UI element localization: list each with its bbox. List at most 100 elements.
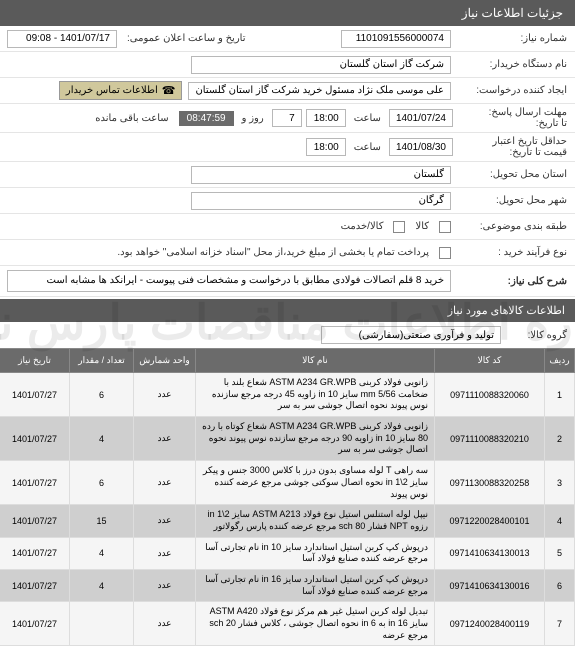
payment-checkbox[interactable] [440, 247, 452, 259]
remaining-label: ساعت باقی مانده [96, 113, 175, 124]
cell-qty: 4 [71, 569, 135, 601]
cell-code: 0971110088320210 [436, 417, 546, 461]
row-city: شهر محل تحویل: گرگان [0, 188, 576, 214]
cell-code: 0971240028400119 [436, 602, 546, 646]
cell-code: 0971410634130013 [436, 537, 546, 569]
row-group: گروه کالا: تولید و فرآوری صنعتی(سفارشی) [0, 322, 576, 348]
cell-unit: عدد [135, 537, 197, 569]
cell-name: درپوش کپ کربن استیل استاندارد سایز in 16… [197, 569, 436, 601]
cell-unit: عدد [135, 569, 197, 601]
cell-idx: 3 [546, 461, 576, 505]
cell-code: 0971220028400101 [436, 505, 546, 537]
requester-label: ایجاد کننده درخواست: [458, 85, 568, 96]
row-requester: ایجاد کننده درخواست: علی موسی ملک نژاد م… [0, 78, 576, 104]
table-row: 70971240028400119تبدیل لوله کربن استیل غ… [1, 602, 576, 646]
cell-idx: 2 [546, 417, 576, 461]
cell-qty: 4 [71, 417, 135, 461]
cell-code: 0971130088320258 [436, 461, 546, 505]
cell-name: زانویی فولاد کربنی ASTM A234 GR.WPB شعاع… [197, 417, 436, 461]
province-label: استان محل تحویل: [458, 169, 568, 180]
time-label-1: ساعت [351, 113, 386, 124]
th-qty: تعداد / مقدار [71, 349, 135, 373]
row-need-number: شماره نیاز: 1101091556000074 تاریخ و ساع… [0, 26, 576, 52]
cell-date: 1401/07/27 [1, 373, 71, 417]
deadline-time: 18:00 [307, 109, 347, 127]
row-category: طبقه بندی موضوعی: کالا کالا/خدمت [0, 214, 576, 240]
cell-date: 1401/07/27 [1, 505, 71, 537]
countdown-value: 08:47:59 [180, 111, 235, 126]
th-date: تاریخ نیاز [1, 349, 71, 373]
table-row: 30971130088320258سه راهی T لوله مساوی بد… [1, 461, 576, 505]
cell-qty: 15 [71, 505, 135, 537]
buyer-org-value: شرکت گاز استان گلستان [192, 56, 452, 74]
cell-qty: 6 [71, 461, 135, 505]
payment-note: پرداخت تمام یا بخشی از مبلغ خرید،از محل … [118, 247, 434, 258]
announce-value: 1401/07/17 - 09:08 [8, 30, 118, 48]
cell-name: تبدیل لوله کربن استیل غیر هم مرکز نوع فو… [197, 602, 436, 646]
cell-unit: عدد [135, 461, 197, 505]
cell-unit: عدد [135, 505, 197, 537]
cell-idx: 1 [546, 373, 576, 417]
group-label: گروه کالا: [508, 330, 568, 341]
group-value: تولید و فرآوری صنعتی(سفارشی) [322, 326, 502, 344]
row-deadline: مهلت ارسال پاسخ: تا تاریخ: 1401/07/24 سا… [0, 104, 576, 133]
cell-idx: 4 [546, 505, 576, 537]
category-label: طبقه بندی موضوعی: [458, 221, 568, 232]
cell-qty: 6 [71, 373, 135, 417]
requester-value: علی موسی ملک نژاد مسئول خرید شرکت گاز اس… [189, 82, 452, 100]
cell-unit: عدد [135, 373, 197, 417]
buyer-org-label: نام دستگاه خریدار: [458, 59, 568, 70]
th-unit: واحد شمارش [135, 349, 197, 373]
table-row: 50971410634130013درپوش کپ کربن استیل است… [1, 537, 576, 569]
goods-checkbox[interactable] [440, 221, 452, 233]
service-checkbox[interactable] [394, 221, 406, 233]
deadline-label-1: مهلت ارسال پاسخ: [490, 107, 568, 118]
goods-label: کالا [412, 221, 434, 232]
title-text: جزئیات اطلاعات نیاز [463, 6, 564, 20]
deadline-date: 1401/07/24 [390, 109, 454, 127]
process-label: نوع فرآیند خرید : [458, 247, 568, 258]
title-bar: جزئیات اطلاعات نیاز [0, 0, 576, 26]
th-name: نام کالا [197, 349, 436, 373]
deadline-days: 7 [273, 109, 303, 127]
announce-label: تاریخ و ساعت اعلان عمومی: [124, 33, 251, 44]
need-desc-value: خرید 8 قلم اتصالات فولادی مطابق با درخوا… [8, 270, 452, 292]
cell-idx: 7 [546, 602, 576, 646]
th-code: کد کالا [436, 349, 546, 373]
row-validity: حداقل تاریخ اعتبار قیمت تا تاریخ: 1401/0… [0, 133, 576, 162]
row-need-desc: شرح کلی نیاز: خرید 8 قلم اتصالات فولادی … [0, 266, 576, 297]
need-no-value: 1101091556000074 [342, 30, 452, 48]
row-province: استان محل تحویل: گلستان [0, 162, 576, 188]
table-row: 10971110088320060زانویی فولاد کربنی ASTM… [1, 373, 576, 417]
contact-badge[interactable]: اطلاعات تماس خریدار [60, 81, 184, 100]
time-label-2: ساعت [351, 142, 386, 153]
validity-label-2: قیمت تا تاریخ: [511, 147, 568, 158]
validity-label: حداقل تاریخ اعتبار قیمت تا تاریخ: [458, 136, 568, 158]
cell-code: 0971110088320060 [436, 373, 546, 417]
cell-date: 1401/07/27 [1, 602, 71, 646]
goods-section-title: اطلاعات کالاهای مورد نیاز [449, 305, 566, 317]
need-desc-label: شرح کلی نیاز: [458, 276, 568, 287]
need-no-label: شماره نیاز: [458, 33, 568, 44]
row-buyer-org: نام دستگاه خریدار: شرکت گاز استان گلستان [0, 52, 576, 78]
cell-qty: 4 [71, 537, 135, 569]
cell-date: 1401/07/27 [1, 417, 71, 461]
cell-date: 1401/07/27 [1, 461, 71, 505]
validity-time: 18:00 [307, 138, 347, 156]
cell-idx: 6 [546, 569, 576, 601]
cell-name: نیپل لوله استنلس استیل نوع فولاد ASTM A2… [197, 505, 436, 537]
service-label: کالا/خدمت [338, 221, 389, 232]
validity-date: 1401/08/30 [390, 138, 454, 156]
province-value: گلستان [192, 166, 452, 184]
deadline-label-2: تا تاریخ: [537, 118, 568, 129]
cell-code: 0971410634130016 [436, 569, 546, 601]
contact-label: اطلاعات تماس خریدار [67, 85, 159, 96]
goods-table: ردیف کد کالا نام کالا واحد شمارش تعداد /… [0, 348, 576, 646]
cell-date: 1401/07/27 [1, 569, 71, 601]
validity-label-1: حداقل تاریخ اعتبار [493, 136, 568, 147]
table-row: 40971220028400101نیپل لوله استنلس استیل … [1, 505, 576, 537]
deadline-label: مهلت ارسال پاسخ: تا تاریخ: [458, 107, 568, 129]
table-header-row: ردیف کد کالا نام کالا واحد شمارش تعداد /… [1, 349, 576, 373]
row-process: نوع فرآیند خرید : پرداخت تمام یا بخشی از… [0, 240, 576, 266]
cell-qty [71, 602, 135, 646]
